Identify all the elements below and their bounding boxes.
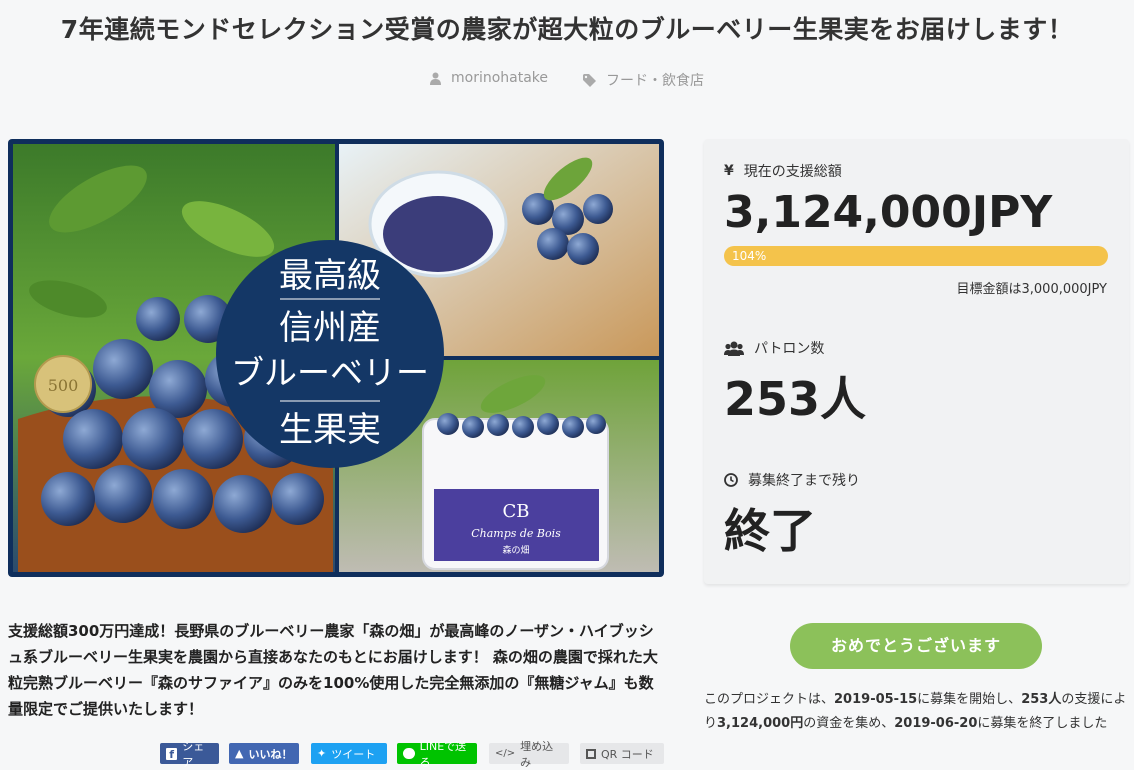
progress-percent: 104%: [732, 249, 767, 263]
embed-button[interactable]: </> 埋め込み: [489, 740, 569, 769]
coin-text: 500: [48, 376, 79, 395]
patrons-label-row: パトロン数: [724, 338, 824, 358]
facebook-share-label: シェア: [182, 739, 205, 769]
summary-text: に募集を終了しました: [977, 716, 1108, 731]
remaining-label: 募集終了まで残り: [748, 473, 860, 489]
badge-line3: ブルーベリー: [231, 353, 429, 392]
code-icon: </>: [495, 748, 516, 759]
summary-amount: 3,124,000円: [717, 716, 804, 731]
summary-text: の資金を集め、: [803, 716, 895, 731]
project-summary: このプロジェクトは、2019-05-15に募集を開始し、253人の支援により3,…: [704, 688, 1129, 736]
box-brand: Champs de Bois: [471, 527, 561, 540]
like-label: いいね！: [248, 747, 293, 761]
badge-line4: 生果実: [279, 410, 381, 450]
facebook-icon: f: [166, 747, 178, 761]
user-icon: [430, 72, 441, 85]
project-description: 支援総額300万円達成！長野県のブルーベリー農家「森の畑」が最高峰のノーザン・ハ…: [8, 622, 658, 718]
amount-label: 現在の支援総額: [743, 164, 842, 180]
clock-icon: [724, 473, 738, 487]
tag-icon: [583, 73, 596, 87]
box-sub: 森の畑: [502, 544, 529, 556]
category[interactable]: フード・飲食店: [583, 70, 704, 90]
amount-value: 3,124,000JPY: [724, 187, 1053, 238]
like-button[interactable]: ▲ いいね！: [229, 743, 299, 764]
patrons-label: パトロン数: [754, 341, 825, 357]
box-logo: CB: [503, 501, 530, 522]
funding-stats-panel: ¥ 現在の支援総額 3,124,000JPY 104% 目標金額は3,000,0…: [704, 139, 1129, 584]
qr-code-button[interactable]: QR コード: [580, 743, 664, 764]
end-date: 2019-06-20: [894, 716, 978, 731]
tweet-button[interactable]: ✦ ツイート: [311, 743, 387, 764]
users-icon: [724, 341, 744, 356]
author[interactable]: morinohatake: [430, 70, 548, 86]
summary-text: このプロジェクトは、: [704, 692, 835, 707]
author-name: morinohatake: [451, 70, 549, 86]
summary-text: に募集を開始し、: [917, 692, 1022, 707]
congrats-button[interactable]: おめでとうございます: [790, 623, 1042, 669]
start-date: 2019-05-15: [834, 692, 918, 707]
project-hero-image[interactable]: 500 CB Champs de Bois 森の畑 最高級 信州産 ブルーベリー…: [8, 139, 664, 577]
blueberry-photo-collage: 500 CB Champs de Bois 森の畑 最高級 信州産 ブルーベリー…: [13, 144, 659, 572]
yen-icon: ¥: [724, 163, 734, 179]
patrons-value: 253人: [724, 372, 867, 426]
tweet-label: ツイート: [331, 747, 376, 761]
line-share-button[interactable]: LINEで送る: [397, 740, 477, 769]
thumbs-up-icon: ▲: [235, 747, 244, 760]
summary-patrons: 253人: [1021, 692, 1062, 707]
remaining-label-row: 募集終了まで残り: [724, 470, 860, 490]
remaining-value: 終了: [724, 504, 816, 558]
line-icon: [403, 748, 415, 759]
category-name: フード・飲食店: [606, 73, 704, 89]
amount-label-row: ¥ 現在の支援総額: [724, 161, 842, 181]
badge-line2: 信州産: [279, 308, 381, 348]
progress-bar: 104%: [724, 246, 1108, 266]
twitter-bird-icon: ✦: [317, 747, 327, 760]
goal-amount: 目標金額は3,000,000JPY: [956, 282, 1108, 297]
project-title: 7年連続モンドセレクション受賞の農家が超大粒のブルーベリー生果実をお届けします！: [60, 15, 1074, 44]
qr-icon: [586, 748, 596, 759]
line-share-label: LINEで送る: [419, 739, 467, 769]
qr-code-label: QR コード: [601, 747, 654, 761]
embed-label: 埋め込み: [520, 739, 554, 769]
facebook-share-button[interactable]: f シェア: [160, 740, 219, 769]
badge-line1: 最高級: [279, 256, 381, 296]
